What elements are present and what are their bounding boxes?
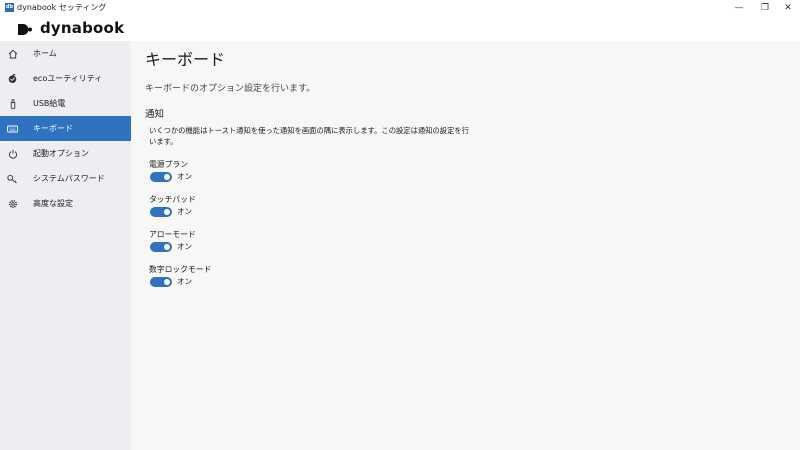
- power-icon: [7, 148, 18, 159]
- sidebar-item-label: システムパスワード: [33, 173, 105, 183]
- toggle-knob: [164, 174, 170, 180]
- eco-icon: [7, 73, 18, 84]
- sidebar-item-usb[interactable]: USB給電: [0, 91, 131, 116]
- setting-num-lock-mode: 数字ロックモード オン: [149, 264, 349, 294]
- setting-power-plan: 電源プラン オン: [149, 159, 349, 189]
- close-button[interactable]: ✕: [773, 0, 800, 16]
- sidebar-item-label: 高度な設定: [33, 198, 73, 208]
- window-title: dynabook セッティング: [17, 3, 107, 12]
- num-lock-mode-toggle[interactable]: [150, 277, 172, 287]
- setting-label: タッチパッド: [149, 195, 196, 204]
- sidebar-item-keyboard[interactable]: キーボード: [0, 116, 131, 141]
- sidebar-item-label: ecoユーティリティ: [33, 73, 103, 83]
- brand-header: dynabook: [0, 16, 800, 42]
- page-description: キーボードのオプション設定を行います。: [145, 84, 316, 94]
- sidebar-item-label: ホーム: [33, 48, 57, 58]
- key-icon: [7, 173, 18, 184]
- keyboard-icon: [7, 123, 18, 134]
- toggle-state-label: オン: [177, 277, 192, 286]
- arrow-mode-toggle[interactable]: [150, 242, 172, 252]
- notification-section-description: いくつかの機能はトースト通知を使った通知を画面の隅に表示します。この設定は通知の…: [149, 126, 469, 146]
- sidebar: ホーム ecoユーティリティ USB給電 キーボード 起動オプション システムパ…: [0, 41, 131, 450]
- sidebar-item-system-password[interactable]: システムパスワード: [0, 166, 131, 191]
- title-bar: db dynabook セッティング — ❐ ✕: [0, 0, 800, 16]
- brand-logo-text: dynabook: [40, 19, 125, 37]
- toggle-state-label: オン: [177, 172, 192, 181]
- home-icon: [7, 48, 18, 59]
- setting-label: アローモード: [149, 230, 196, 239]
- power-plan-toggle[interactable]: [150, 172, 172, 182]
- dynabook-logo-icon: [18, 24, 32, 35]
- sidebar-item-label: 起動オプション: [33, 148, 89, 158]
- sidebar-item-eco[interactable]: ecoユーティリティ: [0, 66, 131, 91]
- toggle-state-label: オン: [177, 207, 192, 216]
- setting-label: 数字ロックモード: [149, 265, 212, 274]
- toggle-knob: [164, 209, 170, 215]
- setting-touchpad: タッチパッド オン: [149, 194, 349, 224]
- sidebar-item-boot-options[interactable]: 起動オプション: [0, 141, 131, 166]
- sidebar-item-home[interactable]: ホーム: [0, 41, 131, 66]
- gear-icon: [7, 198, 18, 209]
- setting-arrow-mode: アローモード オン: [149, 229, 349, 259]
- sidebar-item-advanced-settings[interactable]: 高度な設定: [0, 191, 131, 216]
- setting-label: 電源プラン: [149, 160, 188, 169]
- main-content: キーボード キーボードのオプション設定を行います。 通知 いくつかの機能はトース…: [131, 41, 800, 450]
- touchpad-toggle[interactable]: [150, 207, 172, 217]
- sidebar-item-label: USB給電: [33, 98, 66, 108]
- app-icon: db: [5, 3, 14, 12]
- sidebar-item-label: キーボード: [33, 123, 73, 133]
- page-title: キーボード: [145, 50, 226, 69]
- toggle-knob: [164, 279, 170, 285]
- notification-section-title: 通知: [145, 109, 165, 120]
- usb-icon: [7, 98, 18, 109]
- app-window: db dynabook セッティング — ❐ ✕ dynabook ホーム ec…: [0, 0, 800, 450]
- toggle-knob: [164, 244, 170, 250]
- toggle-state-label: オン: [177, 242, 192, 251]
